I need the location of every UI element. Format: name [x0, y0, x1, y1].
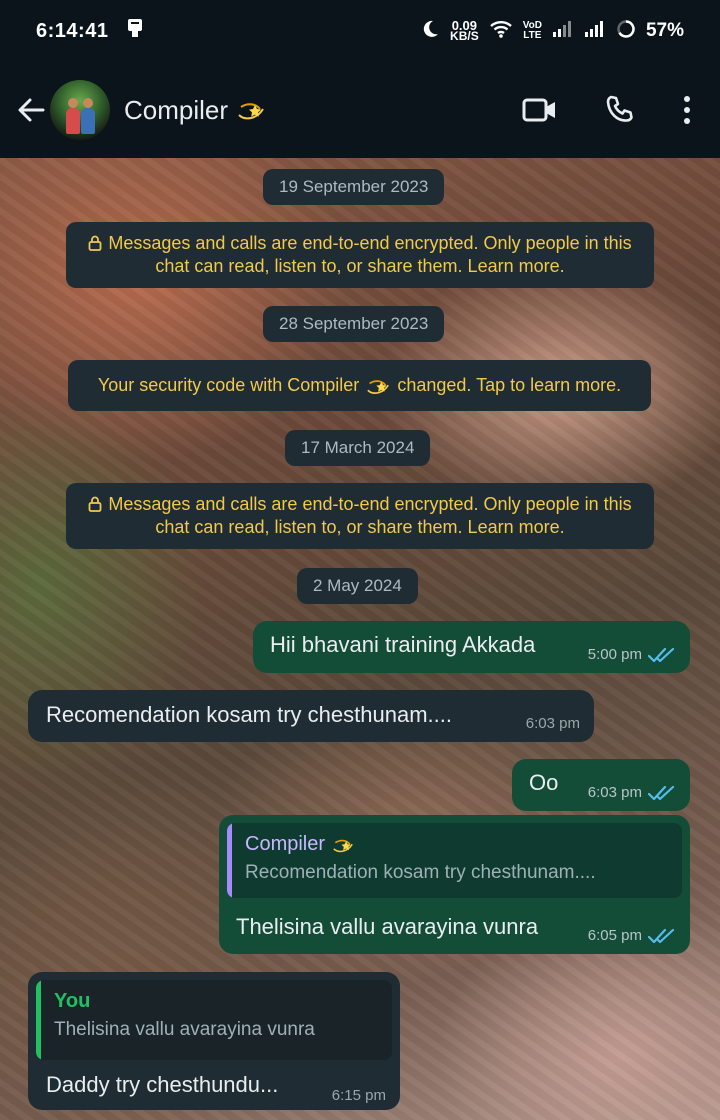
encryption-notice[interactable]: Messages and calls are end-to-end encryp…	[66, 222, 654, 288]
message-bubble-outgoing[interactable]: Oo 6:03 pm	[512, 759, 690, 811]
date-chip: 28 September 2023	[263, 306, 445, 342]
network-speed-unit: KB/S	[450, 29, 479, 43]
quoted-message[interactable]: Compiler Recomendation kosam try chesthu…	[227, 823, 682, 898]
dizzy-star-emoji-icon	[238, 103, 264, 120]
security-notice-text-start: Your security code with Compiler	[97, 375, 360, 395]
message-bubble-outgoing-reply[interactable]: Compiler Recomendation kosam try chesthu…	[219, 815, 690, 954]
message-text: Recomendation kosam try chesthunam....	[46, 702, 452, 727]
quoted-message-text: Recomendation kosam try chesthunam....	[245, 862, 596, 883]
message-bubble-incoming-reply[interactable]: You Thelisina vallu avarayina vunra Dadd…	[28, 972, 400, 1110]
dizzy-star-emoji-icon	[367, 380, 390, 395]
date-chip: 17 March 2024	[285, 430, 431, 466]
message-meta: 6:03 pm	[526, 715, 580, 732]
avatar-person-head	[68, 98, 78, 108]
message-text: Oo	[529, 770, 559, 795]
arrow-left-icon	[18, 98, 45, 122]
message-bubble-outgoing[interactable]: Hii bhavani training Akkada 5:00 pm	[253, 621, 690, 673]
do-not-disturb-icon	[420, 19, 440, 44]
quoted-message-author: You	[54, 990, 91, 1012]
avatar[interactable]	[50, 80, 110, 140]
avatar-person-body	[66, 108, 80, 134]
message-text: Thelisina vallu avarayina vunra	[236, 914, 539, 939]
lte-label: LTE	[523, 30, 542, 41]
date-chip: 2 May 2024	[297, 568, 418, 604]
battery-icon	[616, 19, 636, 44]
chat-header: Compiler	[0, 62, 720, 158]
date-chip-text: 17 March 2024	[301, 438, 415, 457]
avatar-person-head	[83, 98, 93, 108]
message-text: Hii bhavani training Akkada	[270, 632, 536, 657]
message-meta: 6:15 pm	[332, 1087, 386, 1104]
battery-percentage: 57%	[645, 20, 684, 41]
double-check-read-icon	[648, 785, 675, 800]
date-chip-text: 19 September 2023	[279, 177, 429, 196]
more-options-button[interactable]	[682, 95, 692, 125]
video-call-button[interactable]	[522, 96, 558, 124]
date-chip-text: 2 May 2024	[313, 576, 402, 595]
message-meta: 5:00 pm	[588, 646, 676, 663]
quoted-author-name: Compiler	[245, 833, 326, 855]
avatar-person-body	[81, 108, 95, 134]
volte-indicator: VoD LTE	[523, 21, 542, 41]
message-time: 5:00 pm	[587, 646, 642, 663]
encryption-notice-text: Messages and calls are end-to-end encryp…	[108, 494, 632, 537]
lock-icon	[88, 235, 102, 251]
message-text: Daddy try chesthundu...	[46, 1072, 279, 1097]
notification-icon	[124, 17, 146, 45]
back-button[interactable]	[14, 93, 48, 127]
security-code-notice[interactable]: Your security code with Compiler changed…	[68, 360, 651, 412]
quoted-message-text: Thelisina vallu avarayina vunra	[54, 1019, 315, 1040]
voice-call-button[interactable]	[604, 94, 636, 126]
message-bubble-incoming[interactable]: Recomendation kosam try chesthunam.... 6…	[28, 690, 594, 742]
message-meta: 6:03 pm	[588, 784, 676, 801]
message-time: 6:05 pm	[587, 927, 642, 944]
contact-name[interactable]: Compiler	[124, 95, 266, 126]
dizzy-star-emoji-icon	[332, 839, 353, 852]
contact-name-text: Compiler	[124, 94, 229, 125]
security-notice-text-end: changed. Tap to learn more.	[397, 375, 622, 395]
phone-icon	[606, 95, 633, 122]
wifi-icon	[489, 19, 513, 44]
encryption-notice-text: Messages and calls are end-to-end encryp…	[108, 233, 632, 276]
message-time: 6:15 pm	[331, 1087, 386, 1104]
status-time: 6:14:41	[36, 19, 109, 42]
chat-area[interactable]: 19 September 2023 Messages and calls are…	[0, 158, 720, 1120]
network-speed: 0.09 KB/S	[450, 19, 479, 43]
signal-icon-1	[552, 20, 574, 43]
message-time: 6:03 pm	[587, 784, 642, 801]
message-meta: 6:05 pm	[588, 927, 676, 944]
lock-icon	[88, 496, 102, 512]
date-chip: 19 September 2023	[263, 169, 445, 205]
quoted-message[interactable]: You Thelisina vallu avarayina vunra	[36, 980, 392, 1060]
video-camera-icon	[522, 98, 555, 122]
message-time: 6:03 pm	[525, 715, 580, 732]
double-check-read-icon	[648, 647, 675, 662]
quoted-message-author: Compiler	[245, 833, 670, 856]
double-check-read-icon	[648, 928, 675, 943]
status-bar: 6:14:41 0.09 KB/S VoD LTE 57%	[0, 0, 720, 62]
signal-icon-2	[584, 20, 606, 43]
encryption-notice[interactable]: Messages and calls are end-to-end encryp…	[66, 483, 654, 549]
date-chip-text: 28 September 2023	[279, 314, 429, 333]
more-vertical-icon	[684, 96, 690, 124]
